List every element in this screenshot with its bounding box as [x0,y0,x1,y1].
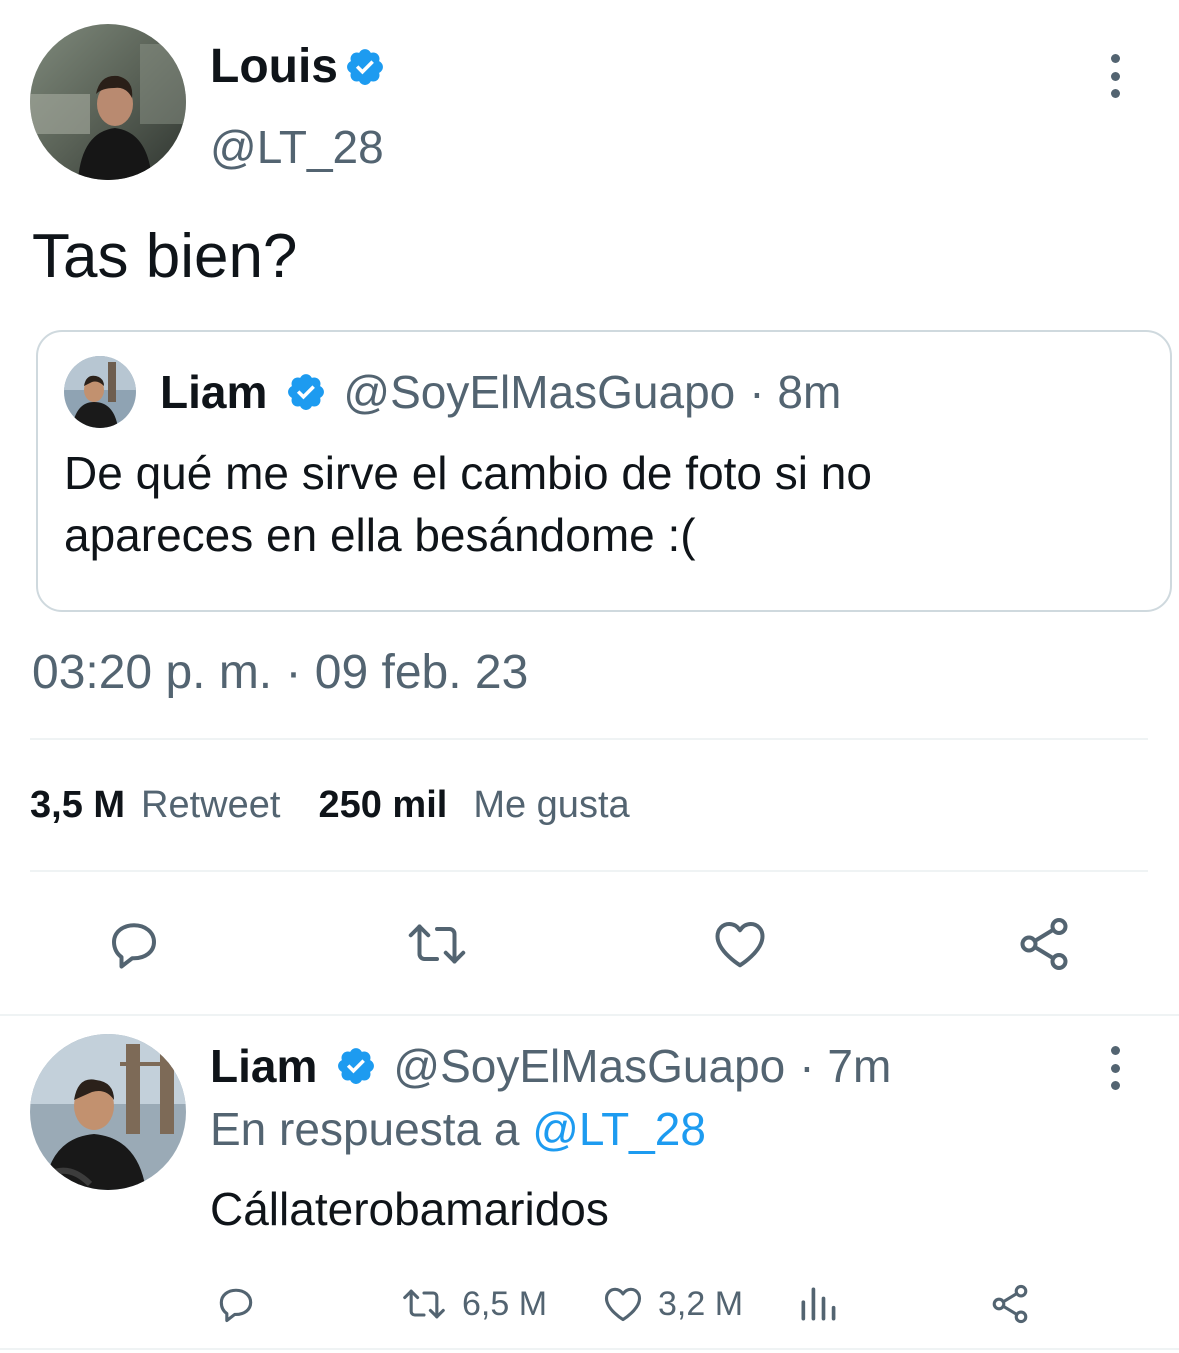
louis-avatar[interactable] [30,24,186,180]
reply-retweet-count: 6,5 M [462,1284,548,1323]
main-author-name[interactable]: Louis [210,40,338,94]
likes-label[interactable]: Me gusta [473,784,629,827]
quoted-time-ago: · 8m [749,366,842,418]
more-options-icon[interactable] [1105,54,1125,98]
reply-like-action[interactable]: 3,2 M [600,1282,743,1326]
retweets-label[interactable]: Retweet [141,784,280,827]
divider [30,870,1148,872]
tweet-timestamp[interactable]: 03:20 p. m. · 09 feb. 23 [32,644,528,702]
divider [0,1014,1179,1016]
quoted-author-handle[interactable]: @SoyElMasGuapo [343,364,735,420]
divider [0,1348,1179,1350]
main-tweet-text: Tas bien? [32,222,298,291]
retweet-icon [400,1282,448,1326]
reply-icon[interactable] [104,914,164,974]
retweets-count[interactable]: 3,5 M [30,784,125,827]
main-author-handle[interactable]: @LT_28 [210,120,384,174]
reply-author-name[interactable]: Liam [210,1038,317,1094]
reply-prefix: En respuesta a [210,1103,520,1155]
analytics-icon[interactable] [796,1282,840,1326]
more-options-icon[interactable] [1105,1046,1125,1090]
retweet-icon[interactable] [404,914,470,974]
quoted-author-name[interactable]: Liam [160,364,267,420]
verified-badge-icon [344,46,386,88]
reply-tweet-text: Cállaterobamaridos [210,1183,609,1235]
reply-to-link[interactable]: @LT_28 [532,1103,706,1155]
share-icon[interactable] [1014,914,1074,974]
like-icon [600,1282,646,1326]
reply-retweet-action[interactable]: 6,5 M [400,1282,547,1326]
verified-badge-icon [285,371,327,413]
divider [30,738,1148,740]
quoted-author-avatar [64,356,136,428]
reply-author-avatar[interactable] [30,1034,186,1190]
verified-badge-icon [335,1045,377,1087]
reply-time-ago: · 7m [799,1040,892,1092]
likes-count[interactable]: 250 mil [318,784,447,827]
quoted-tweet-text-line1: De qué me sirve el cambio de foto si no [64,447,872,499]
reply-like-count: 3,2 M [658,1284,744,1323]
like-icon[interactable] [710,914,770,974]
reply-author-handle[interactable]: @SoyElMasGuapo [393,1038,785,1094]
share-icon[interactable] [988,1282,1032,1326]
reply-icon[interactable] [214,1282,258,1326]
quoted-tweet-text-line2: apareces en ella besándome :( [64,509,696,561]
